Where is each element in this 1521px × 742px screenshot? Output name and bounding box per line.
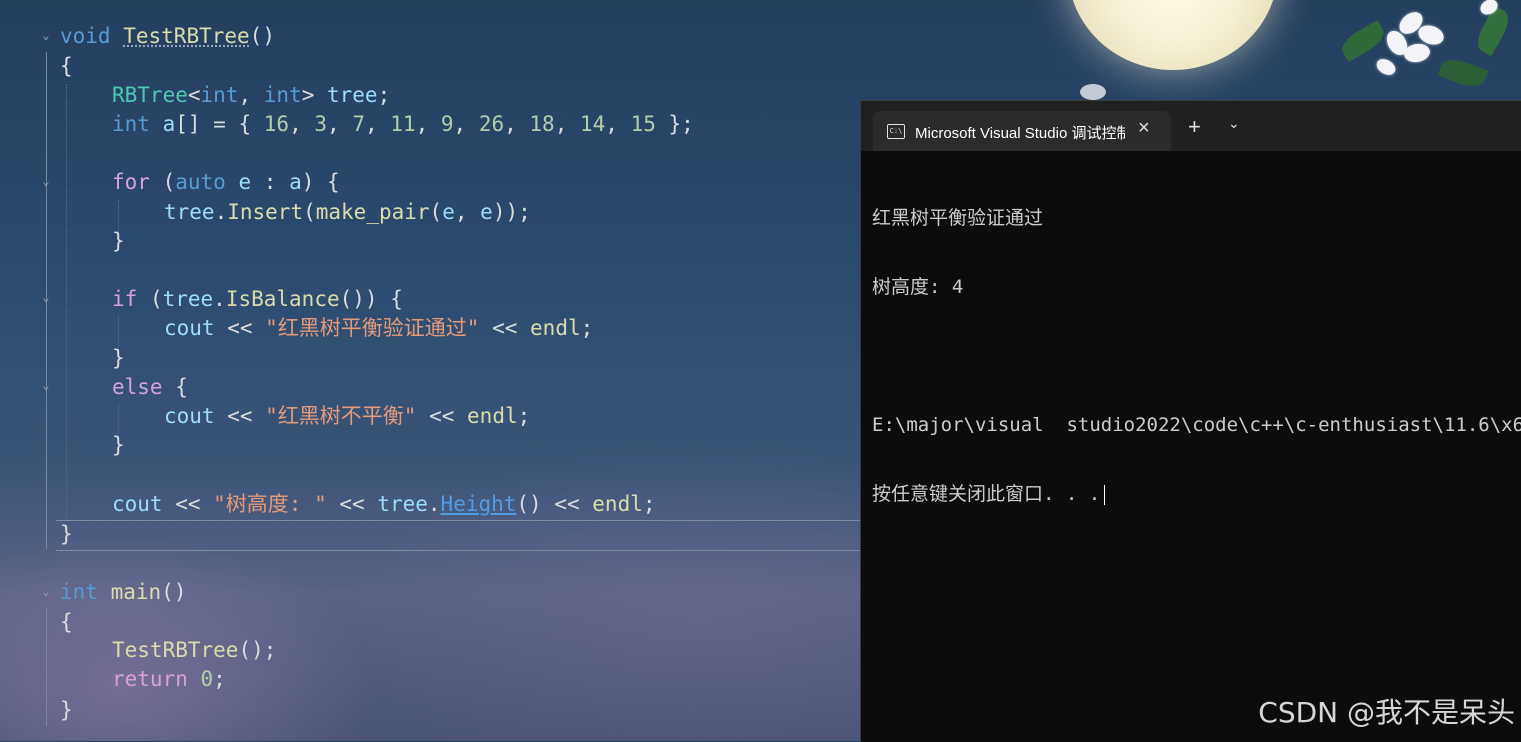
console-line: E:\major\visual studio2022\code\c++\c-en… [872, 414, 1521, 436]
code-line[interactable]: } [60, 520, 73, 549]
code-line[interactable]: void TestRBTree() [60, 22, 275, 51]
function-name: TestRBTree [123, 24, 250, 48]
code-line[interactable]: if (tree.IsBalance()) { [112, 285, 403, 314]
current-line-highlight [56, 520, 860, 551]
tab-title: Microsoft Visual Studio 调试控制台 [915, 125, 1125, 142]
fold-region-line [46, 608, 47, 726]
code-line[interactable]: int main() [60, 578, 186, 607]
code-line[interactable]: return 0; [112, 665, 226, 694]
moon-wallpaper [1068, 0, 1278, 70]
tab-debug-console[interactable]: C:\ Microsoft Visual Studio 调试控制台 × [873, 111, 1171, 151]
console-prompt-text: 按任意键关闭此窗口. . . [872, 483, 1101, 505]
code-line[interactable]: RBTree<int, int> tree; [112, 81, 390, 110]
code-line[interactable]: TestRBTree(); [112, 636, 276, 665]
code-line[interactable]: for (auto e : a) { [112, 168, 340, 197]
code-line[interactable]: cout << "红黑树平衡验证通过" << endl; [164, 314, 593, 343]
new-tab-button[interactable]: + [1188, 114, 1201, 140]
code-line[interactable]: int a[] = { 16, 3, 7, 11, 9, 26, 18, 14,… [112, 110, 694, 139]
code-line[interactable]: tree.Insert(make_pair(e, e)); [164, 198, 531, 227]
code-line[interactable]: { [60, 52, 73, 81]
height-function-link: Height [440, 492, 517, 516]
flower-bud-decoration [1080, 84, 1106, 100]
console-line: 红黑树平衡验证通过 [872, 207, 1044, 229]
text-cursor [1104, 484, 1106, 505]
fold-chevron-icon[interactable]: ⌄ [40, 290, 52, 304]
console-line: 树高度: 4 [872, 276, 964, 298]
code-editor[interactable]: ⌄ ⌄ ⌄ ⌄ ⌄ void TestRBTree() { RBTree<int… [0, 0, 860, 741]
terminal-tab-bar: C:\ Microsoft Visual Studio 调试控制台 × + ⌄ [861, 101, 1521, 151]
code-line[interactable]: } [60, 696, 73, 725]
code-line[interactable]: cout << "红黑树不平衡" << endl; [164, 402, 530, 431]
watermark: CSDN @我不是呆头 [1258, 696, 1515, 729]
indent-guide [66, 84, 67, 520]
code-line[interactable]: } [112, 431, 125, 460]
console-output[interactable]: 红黑树平衡验证通过 树高度: 4 E:\major\visual studio2… [872, 161, 1521, 552]
code-line[interactable]: else { [112, 373, 188, 402]
indent-guide [66, 638, 67, 696]
console-line: 按任意键关闭此窗口. . . [872, 483, 1521, 506]
code-line[interactable]: { [60, 608, 73, 637]
debug-console-window[interactable]: C:\ Microsoft Visual Studio 调试控制台 × + ⌄ … [860, 100, 1521, 742]
chevron-down-icon[interactable]: ⌄ [1228, 116, 1240, 132]
fold-chevron-icon[interactable]: ⌄ [40, 28, 52, 42]
code-line[interactable]: } [112, 344, 125, 373]
code-line[interactable]: } [112, 227, 125, 256]
code-line[interactable]: cout << "树高度: " << tree.Height() << endl… [112, 490, 656, 519]
close-icon[interactable]: × [1138, 117, 1150, 140]
fold-chevron-icon[interactable]: ⌄ [40, 174, 52, 188]
fold-chevron-icon[interactable]: ⌄ [40, 584, 52, 598]
console-icon: C:\ [887, 124, 905, 139]
fold-chevron-icon[interactable]: ⌄ [40, 378, 52, 392]
